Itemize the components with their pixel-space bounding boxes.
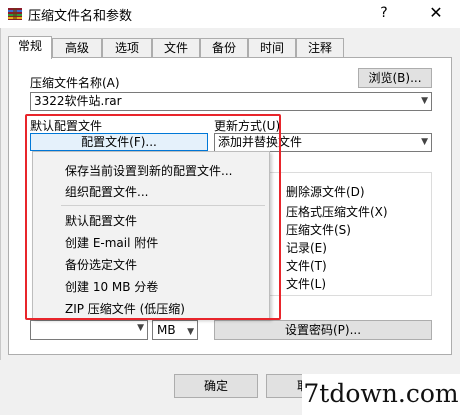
- tab-advanced[interactable]: 高级: [52, 38, 102, 58]
- window-edge: [0, 28, 1, 415]
- option-lock[interactable]: 文件(L): [286, 275, 326, 292]
- tab-comment[interactable]: 注释: [296, 38, 344, 58]
- site-watermark: 7tdown.com: [302, 374, 460, 415]
- tab-options[interactable]: 选项: [102, 38, 152, 58]
- split-size-combo[interactable]: ▼: [30, 320, 148, 340]
- help-button[interactable]: ?: [372, 2, 396, 24]
- option-delete-source[interactable]: 删除源文件(D): [286, 183, 365, 200]
- option-test[interactable]: 文件(T): [286, 257, 327, 274]
- set-password-button[interactable]: 设置密码(P)...: [214, 320, 432, 340]
- chevron-down-icon[interactable]: ▼: [137, 323, 144, 333]
- tab-time[interactable]: 时间: [248, 38, 296, 58]
- archive-name-label: 压缩文件名称(A): [30, 76, 120, 90]
- window-title: 压缩文件名和参数: [28, 9, 133, 24]
- title-bar: 压缩文件名和参数 ? ✕: [0, 0, 460, 28]
- tab-backup[interactable]: 备份: [200, 38, 248, 58]
- winrar-app-icon: [8, 8, 22, 20]
- ok-button[interactable]: 确定: [174, 374, 258, 398]
- option-solid[interactable]: 压缩文件(S): [286, 221, 351, 238]
- tab-files[interactable]: 文件: [152, 38, 200, 58]
- tab-general[interactable]: 常规: [8, 36, 52, 59]
- tab-strip: 常规 高级 选项 文件 备份 时间 注释: [8, 36, 452, 59]
- split-unit-value: MB: [157, 323, 176, 337]
- option-sfx[interactable]: 压格式压缩文件(X): [286, 203, 388, 220]
- split-unit-select[interactable]: MB ▼: [152, 320, 198, 340]
- chevron-down-icon[interactable]: ▼: [421, 93, 428, 110]
- highlight-outline: [25, 114, 281, 320]
- option-recovery[interactable]: 记录(E): [286, 239, 327, 256]
- close-button[interactable]: ✕: [424, 2, 448, 24]
- chevron-down-icon[interactable]: ▼: [421, 134, 428, 151]
- chevron-down-icon[interactable]: ▼: [187, 323, 194, 339]
- archive-name-value: 3322软件站.rar: [34, 94, 122, 108]
- browse-button[interactable]: 浏览(B)...: [358, 68, 432, 88]
- archive-name-combo[interactable]: 3322软件站.rar ▼: [30, 92, 432, 111]
